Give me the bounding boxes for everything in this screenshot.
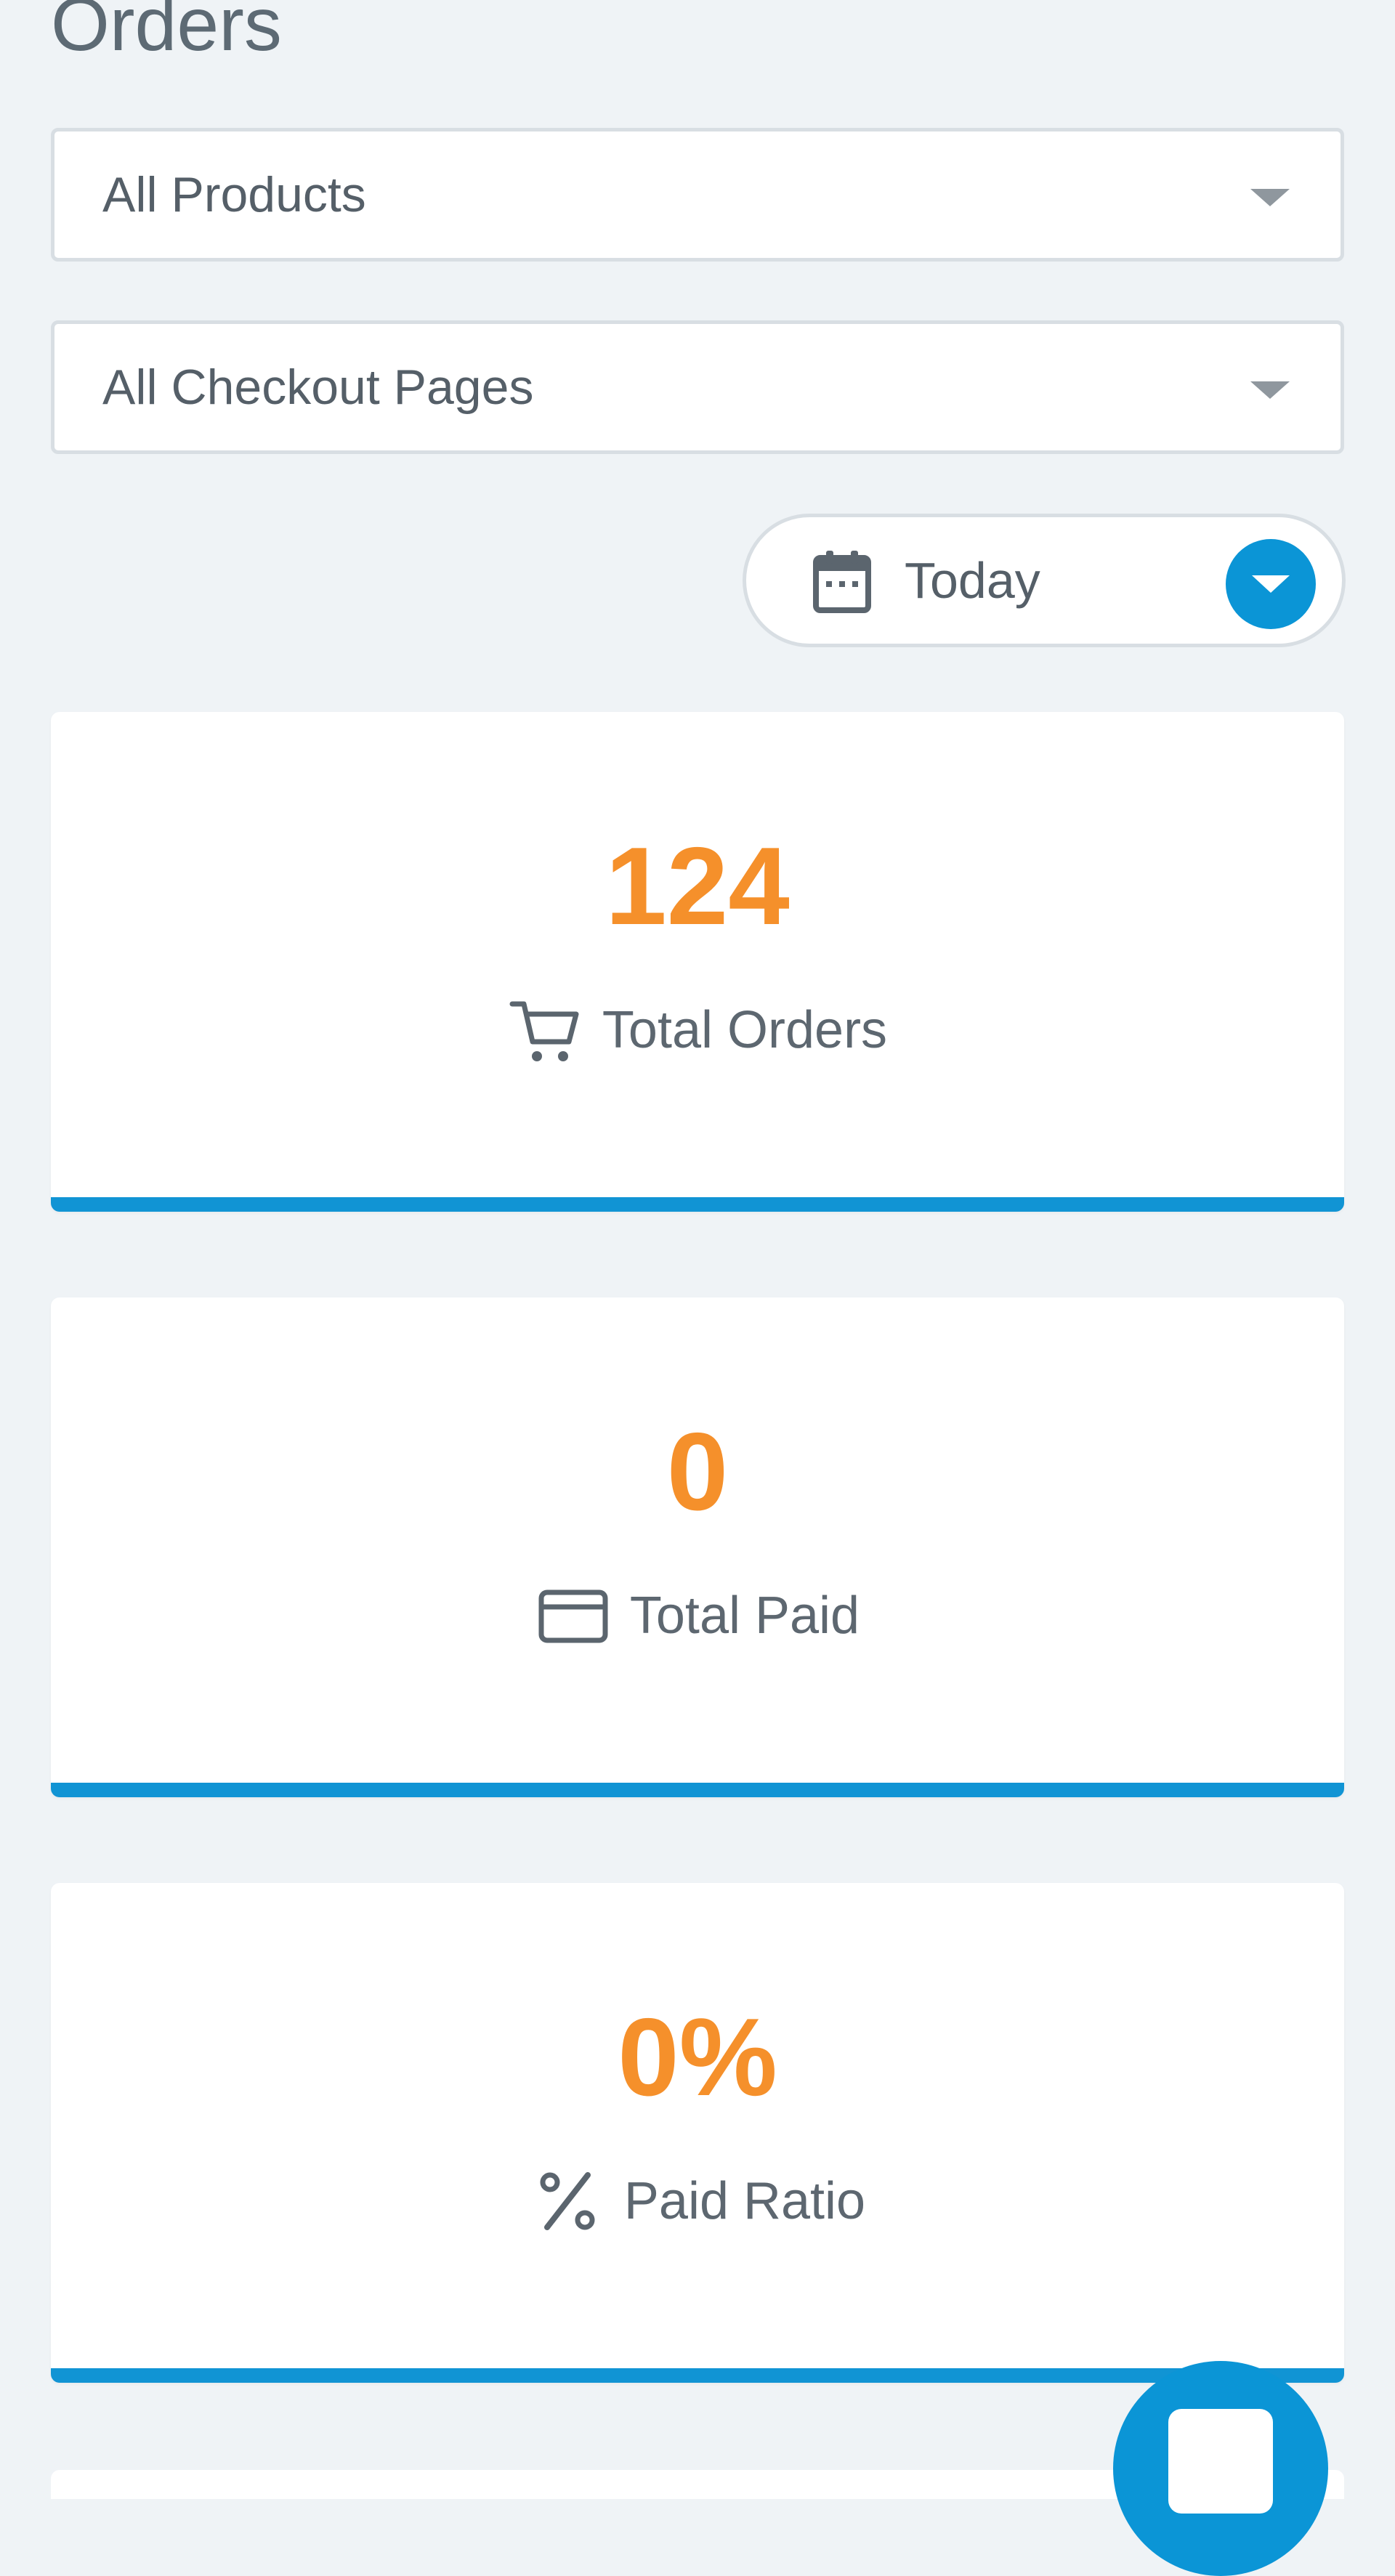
stat-value: 124 (605, 825, 790, 948)
stat-label: Paid Ratio (623, 2172, 866, 2230)
stat-card-total-orders: 124 Total Orders (51, 712, 1344, 1212)
calendar-icon (813, 551, 871, 613)
chat-icon (1168, 2409, 1273, 2514)
cart-icon (509, 1001, 579, 1061)
stat-value: 0% (618, 1996, 777, 2119)
checkout-page-filter-value: All Checkout Pages (102, 360, 534, 415)
product-filter-value: All Products (102, 167, 366, 222)
percent-icon (540, 2172, 595, 2230)
stat-label: Total Orders (602, 1001, 888, 1059)
caret-down-icon (1250, 381, 1290, 399)
date-range-picker[interactable]: Today (743, 514, 1346, 647)
chat-launcher-button[interactable] (1113, 2361, 1328, 2576)
stat-value: 0 (666, 1410, 729, 1534)
caret-down-icon (1250, 189, 1290, 206)
stat-caption: Total Paid (51, 1578, 1344, 1653)
stat-card-paid-ratio: 0% Paid Ratio (51, 1883, 1344, 2383)
product-filter-select[interactable]: All Products (51, 128, 1344, 262)
checkout-page-filter-select[interactable]: All Checkout Pages (51, 320, 1344, 454)
stat-caption: Total Orders (51, 992, 1344, 1068)
stat-card-total-paid: 0 Total Paid (51, 1297, 1344, 1797)
date-range-value: Today (905, 552, 1040, 609)
date-range-dropdown-button[interactable] (1226, 539, 1316, 629)
stat-label: Total Paid (629, 1587, 860, 1645)
stat-caption: Paid Ratio (51, 2163, 1344, 2239)
page-title: Orders (51, 0, 282, 67)
caret-down-icon (1252, 575, 1290, 593)
credit-card-icon (538, 1589, 608, 1643)
